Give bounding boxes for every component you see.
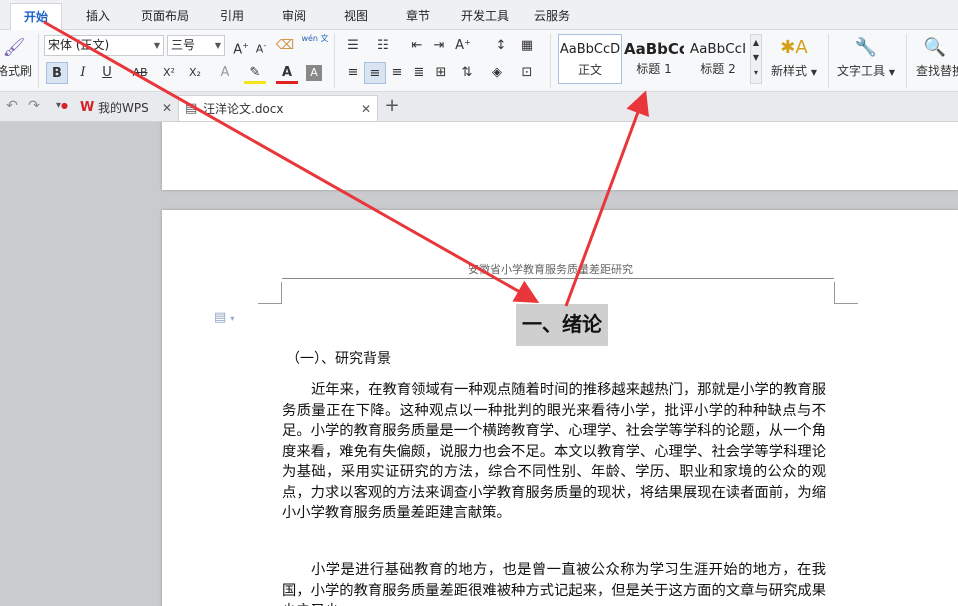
close-icon[interactable]: ✕: [361, 96, 371, 122]
body-paragraph: 近年来，在教育领域有一种观点随着时间的推移越来越热门，那就是小学的教育服务质量正…: [282, 382, 826, 521]
ribbon-toolbar: 🖌 格式刷 宋体 (正文) ▼ 三号 ▼ A+ A- ⌫ wén 文 B I U A…: [0, 30, 958, 92]
bullet-list-icon[interactable]: ☰: [342, 35, 364, 57]
menu-tab-insert[interactable]: 插入: [72, 3, 124, 30]
ribbon-separator: [38, 34, 39, 88]
margin-corner-mark: [834, 282, 858, 304]
superscript-button[interactable]: X²: [158, 62, 180, 84]
sort-icon[interactable]: ⇅: [456, 62, 478, 84]
justify-icon[interactable]: ≣: [408, 62, 430, 84]
phonetic-guide-button[interactable]: wén 文: [300, 33, 330, 55]
ribbon-separator: [334, 34, 335, 88]
strikethrough-button[interactable]: AB: [126, 62, 154, 84]
section-title: （一）、研究背景: [286, 351, 391, 367]
paintbrush-icon: 🖌: [2, 37, 26, 58]
font-size-select[interactable]: 三号 ▼: [167, 35, 225, 56]
menu-tab-developer[interactable]: 开发工具: [454, 3, 516, 30]
clear-format-icon[interactable]: ⌫: [274, 35, 296, 57]
font-color-button[interactable]: A: [276, 62, 298, 84]
find-replace-icon: 🔍: [923, 37, 947, 58]
highlight-icon[interactable]: ✎: [244, 62, 266, 84]
document-workspace[interactable]: 安徽省小学教育服务质量差距研究 ▤ ▾ 一、绪论 （一）、研究背景 近年来，在教…: [0, 122, 958, 606]
margin-corner-mark: [258, 282, 282, 304]
distribute-icon[interactable]: ⊞: [430, 62, 452, 84]
menu-tab-references[interactable]: 引用: [206, 3, 258, 30]
decrease-indent-icon[interactable]: ⇤: [406, 35, 428, 57]
shrink-font-icon[interactable]: A-: [250, 35, 272, 57]
menu-tab-page-layout[interactable]: 页面布局: [134, 3, 196, 30]
tab-document[interactable]: ▤ 汪洋论文.docx ✕: [178, 95, 378, 121]
new-style-icon: ✱A: [780, 37, 808, 58]
menu-tab-chapter[interactable]: 章节: [392, 3, 444, 30]
style-gallery-scroll[interactable]: ▲ ▼ ▾: [750, 34, 762, 84]
menu-tab-review[interactable]: 审阅: [268, 3, 320, 30]
new-style-button[interactable]: ✱A 新样式 ▼: [766, 34, 822, 88]
ribbon-separator: [828, 34, 829, 88]
format-painter-button[interactable]: 🖌 格式刷: [0, 34, 32, 88]
redo-icon[interactable]: ↷: [24, 95, 44, 117]
chapter-title: 一、绪论: [516, 304, 608, 346]
numbered-list-icon[interactable]: ☷: [372, 35, 394, 57]
wps-logo-icon: W: [80, 100, 95, 115]
shading-icon[interactable]: ◈: [486, 62, 508, 84]
style-heading-2[interactable]: AaBbCcI 标题 2: [688, 34, 748, 84]
char-shading-icon[interactable]: A: [306, 65, 322, 81]
chevron-down-icon: ▼: [214, 41, 221, 50]
previous-page: [162, 122, 958, 190]
page-header-text: 安徽省小学教育服务质量差距研究: [468, 263, 633, 276]
body-paragraph: 小学是进行基础教育的地方，也是曾一直被公众称为学习生涯开始的地方，在我国，小学的…: [282, 562, 826, 606]
tab-my-wps[interactable]: W 我的WPS ✕: [74, 95, 178, 121]
document-file-icon: ▤: [185, 101, 198, 116]
align-right-icon[interactable]: ≡: [386, 62, 408, 84]
header-rule: [282, 278, 834, 279]
style-normal[interactable]: AaBbCcD 正文: [558, 34, 622, 84]
text-effect-icon[interactable]: A: [214, 62, 236, 84]
line-spacing-icon[interactable]: ↕: [490, 35, 512, 57]
text-tools-button[interactable]: 🔧 文字工具 ▼: [834, 34, 898, 88]
align-center-icon[interactable]: ≡: [364, 62, 386, 84]
find-replace-button[interactable]: 🔍 查找替换: [912, 34, 958, 88]
chevron-down-icon: ▼: [810, 68, 817, 77]
document-page[interactable]: 安徽省小学教育服务质量差距研究 ▤ ▾ 一、绪论 （一）、研究背景 近年来，在教…: [162, 210, 958, 606]
document-tab-bar: ↶ ↷ ▾● W 我的WPS ✕ ▤ 汪洋论文.docx ✕ +: [0, 92, 958, 122]
menu-bar: 开始 插入 页面布局 引用 审阅 视图 章节 开发工具 云服务: [0, 0, 958, 31]
undo-icon[interactable]: ↶: [2, 95, 22, 117]
quick-access-dropdown-icon[interactable]: ▾●: [52, 95, 72, 117]
close-icon[interactable]: ✕: [162, 95, 172, 121]
table-icon[interactable]: ▦: [516, 35, 538, 57]
ribbon-separator: [906, 34, 907, 88]
chevron-down-icon: ▼: [153, 41, 160, 50]
menu-tab-home[interactable]: 开始: [10, 3, 62, 31]
menu-tab-cloud[interactable]: 云服务: [526, 3, 578, 30]
underline-button[interactable]: U: [96, 62, 118, 84]
style-heading-1[interactable]: AaBbCc 标题 1: [624, 34, 684, 84]
align-left-icon[interactable]: ≡: [342, 62, 364, 84]
paragraph-layout-icon[interactable]: ▤ ▾: [214, 310, 234, 325]
border-icon[interactable]: ⊡: [516, 62, 538, 84]
chinese-layout-icon[interactable]: A⁺: [452, 35, 474, 57]
ribbon-separator: [550, 34, 551, 88]
menu-tab-view[interactable]: 视图: [330, 3, 382, 30]
text-tools-icon: 🔧: [854, 37, 878, 58]
bold-button[interactable]: B: [46, 62, 68, 84]
font-name-select[interactable]: 宋体 (正文) ▼: [44, 35, 164, 56]
new-tab-button[interactable]: +: [382, 95, 402, 117]
chevron-down-icon: ▼: [888, 68, 895, 77]
increase-indent-icon[interactable]: ⇥: [428, 35, 450, 57]
grow-font-icon[interactable]: A+: [230, 35, 252, 57]
subscript-button[interactable]: X₂: [184, 62, 206, 84]
italic-button[interactable]: I: [72, 62, 94, 84]
